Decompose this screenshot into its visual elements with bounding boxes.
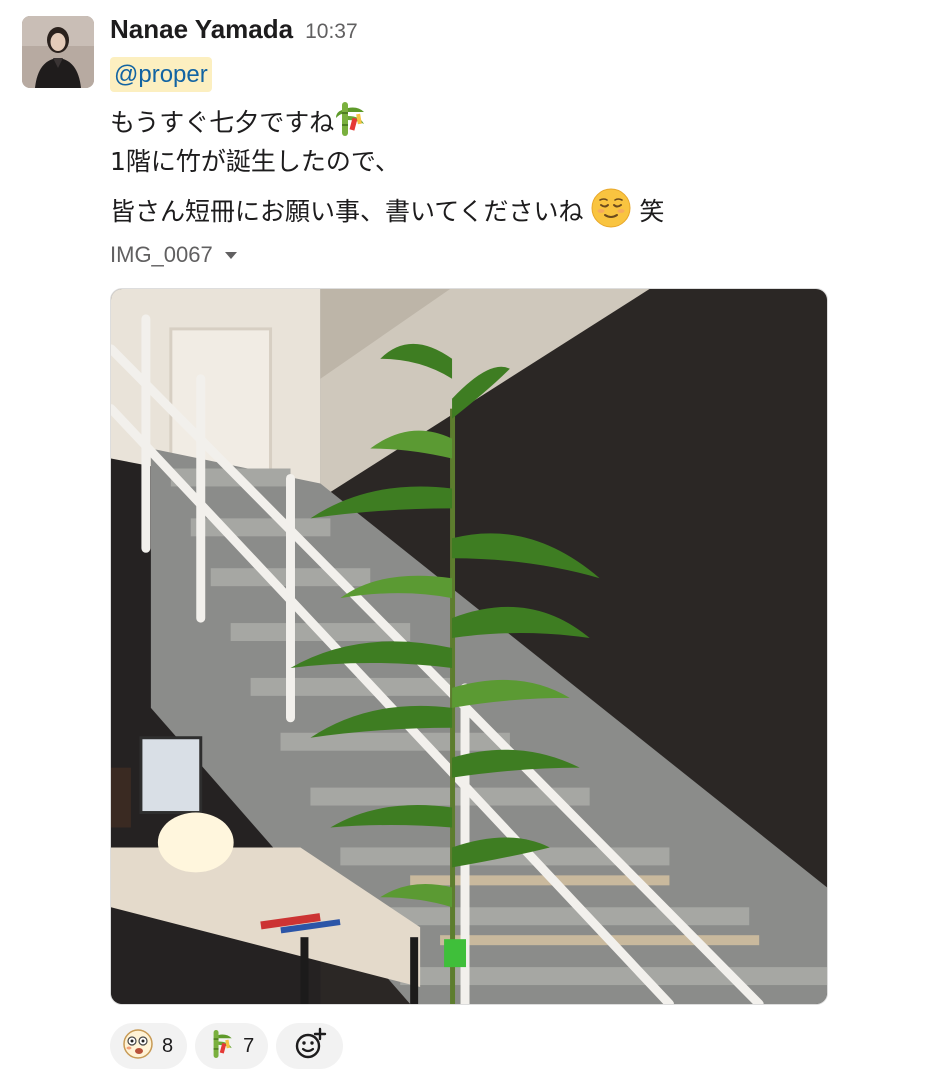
attachment-toggle[interactable]: IMG_0067: [110, 242, 237, 268]
relieved-face-icon: [591, 188, 631, 238]
sender-name[interactable]: Nanae Yamada: [110, 14, 293, 45]
message-header: Nanae Yamada 10:37: [110, 14, 358, 48]
avatar[interactable]: [22, 16, 94, 88]
chevron-down-icon: [224, 251, 237, 259]
message-line: 1階に竹が誕生したので、: [110, 144, 400, 180]
message-text: 笑: [639, 197, 665, 226]
message-line: 皆さん短冊にお願い事、書いてくださいね 笑: [110, 188, 664, 238]
reaction-tanabata[interactable]: 7: [195, 1023, 269, 1069]
message-line: もうすぐ七夕ですね: [110, 100, 368, 148]
tanabata-tree-icon: [207, 1028, 235, 1064]
add-reaction-icon: [293, 1027, 327, 1065]
reactions-bar: 8 7: [110, 1023, 344, 1069]
message-timestamp[interactable]: 10:37: [305, 20, 358, 44]
attachment-image[interactable]: [110, 288, 828, 1005]
surprised-face-icon: [122, 1028, 154, 1064]
message-text: 皆さん短冊にお願い事、書いてくださいね: [110, 197, 584, 226]
message-text: もうすぐ七夕ですね: [110, 108, 335, 137]
attachment-name: IMG_0067: [110, 242, 213, 267]
reaction-count: 8: [162, 1034, 174, 1057]
tanabata-tree-icon: [334, 100, 368, 148]
reaction-count: 7: [243, 1034, 255, 1057]
reaction-surprised[interactable]: 8: [110, 1023, 188, 1069]
user-mention[interactable]: @proper: [110, 57, 212, 92]
message-text: 1階に竹が誕生したので、: [110, 147, 400, 176]
add-reaction-button[interactable]: [276, 1023, 344, 1069]
